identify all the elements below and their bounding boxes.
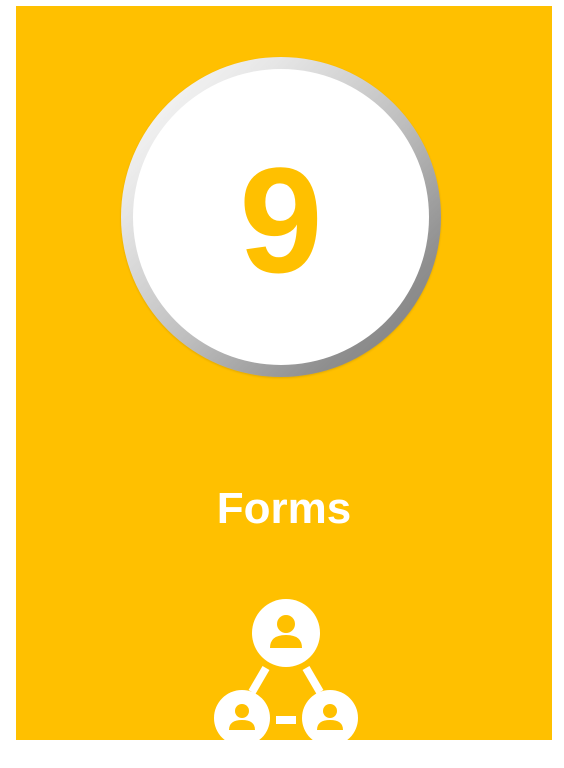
count-badge: 9 [121, 57, 441, 377]
count-badge-face: 9 [133, 69, 429, 365]
user-node-left-icon [214, 690, 270, 746]
forms-tile[interactable]: 9 Forms [16, 6, 552, 746]
user-network-icon [214, 599, 358, 746]
count-value: 9 [239, 136, 323, 304]
user-node-top-icon [252, 599, 320, 667]
tile-label: Forms [216, 484, 352, 533]
user-node-right-icon [302, 690, 358, 746]
